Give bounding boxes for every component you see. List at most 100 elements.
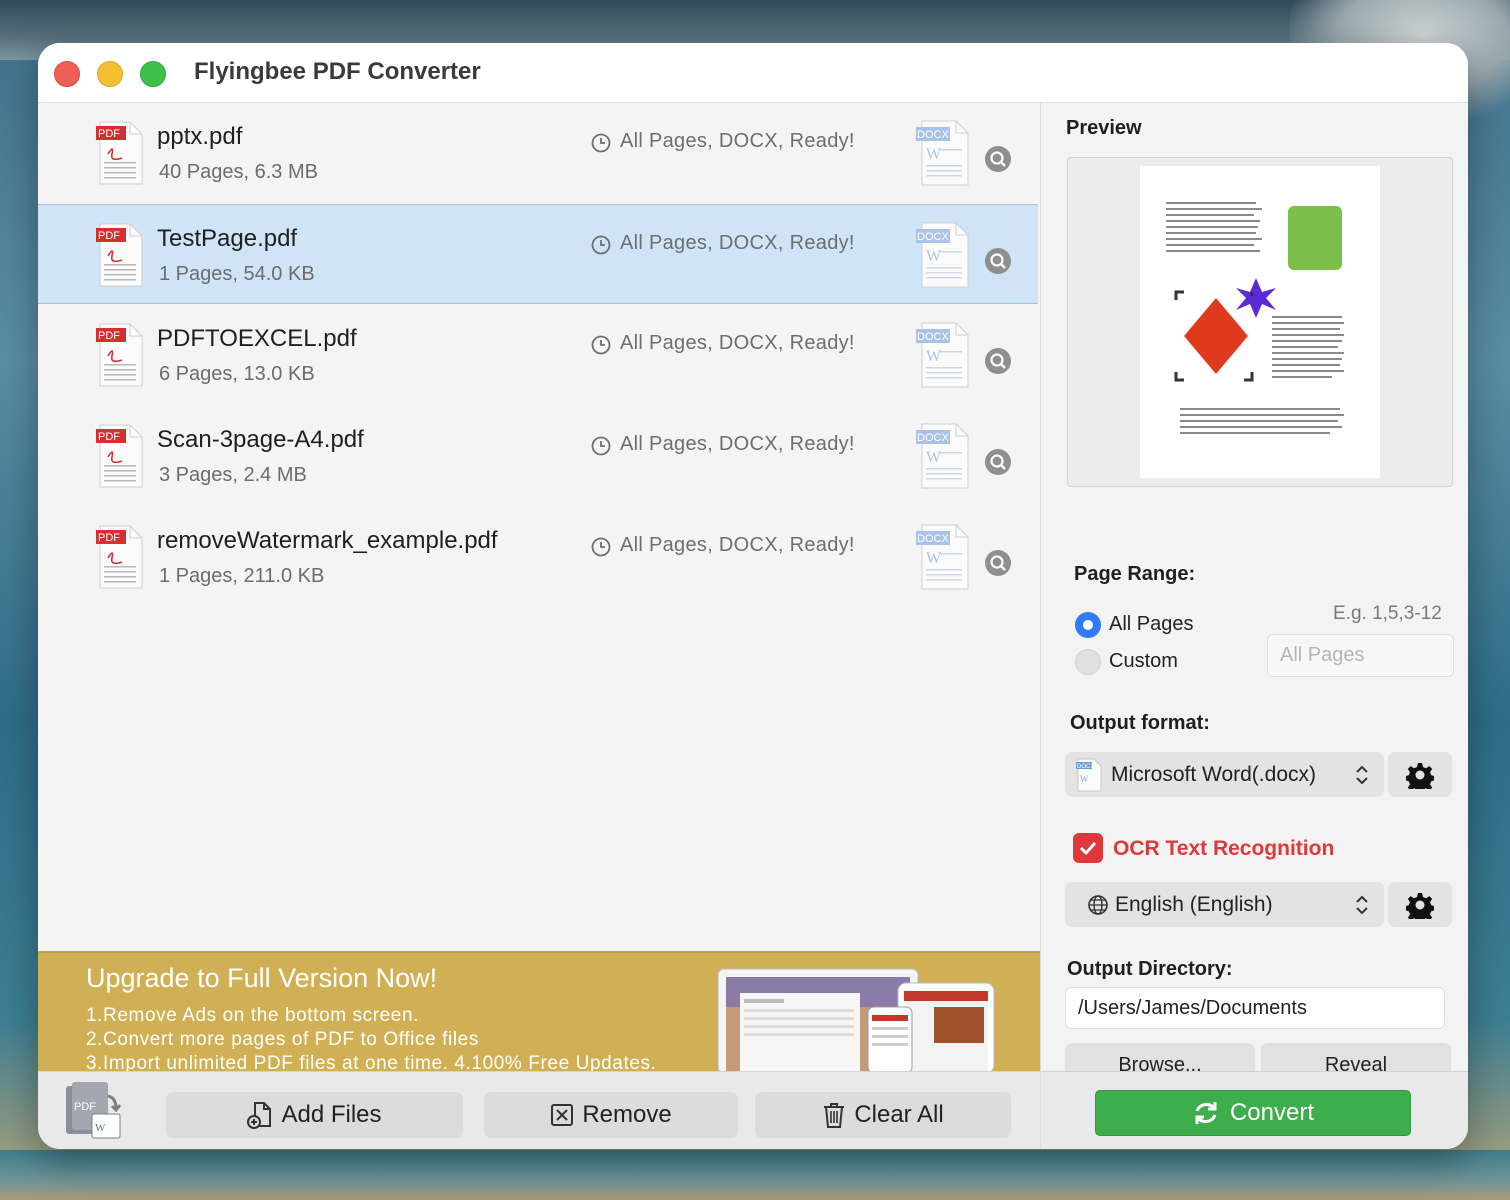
file-status: All Pages, DOCX, Ready! [620, 433, 855, 455]
svg-text:W: W [926, 348, 942, 365]
file-status: All Pages, DOCX, Ready! [620, 534, 855, 556]
file-row[interactable]: PDF removeWatermark_example.pdf 1 Pages, 2… [38, 507, 1038, 607]
preview-label: Preview [1066, 117, 1142, 139]
clock-icon [591, 436, 611, 456]
window-title: Flyingbee PDF Converter [194, 58, 481, 85]
add-files-button[interactable]: Add Files [166, 1092, 463, 1138]
custom-label: Custom [1109, 650, 1178, 672]
zoom-window-button[interactable] [140, 61, 166, 87]
file-row[interactable]: PDF TestPage.pdf 1 Pages, 54.0 KB All Pages… [38, 204, 1038, 304]
clock-icon [591, 335, 611, 355]
docx-file-icon: DOCX W [914, 319, 972, 391]
custom-range-input[interactable]: All Pages [1267, 634, 1454, 677]
page-preview-thumbnail [1140, 166, 1380, 478]
docx-file-icon: DOCX W [914, 420, 972, 492]
trash-icon [824, 1103, 845, 1128]
file-name: pptx.pdf [157, 123, 243, 150]
svg-text:W: W [926, 550, 942, 567]
remove-label: Remove [582, 1101, 672, 1128]
globe-icon [1088, 894, 1108, 915]
output-format-value: Microsoft Word(.docx) [1111, 762, 1316, 786]
file-row[interactable]: PDF PDFTOEXCEL.pdf 6 Pages, 13.0 KB All Pag… [38, 305, 1038, 405]
page-range-label: Page Range: [1074, 563, 1196, 585]
minimize-window-button[interactable] [97, 61, 123, 87]
magnifier-icon[interactable] [984, 549, 1012, 577]
file-name: Scan-3page-A4.pdf [157, 426, 364, 453]
file-status: All Pages, DOCX, Ready! [620, 130, 855, 152]
docx-file-icon: DOCX W [914, 219, 972, 291]
ocr-label: OCR Text Recognition [1113, 837, 1335, 860]
output-format-settings-button[interactable] [1388, 752, 1452, 797]
gear-icon [1406, 892, 1434, 919]
gear-icon [1406, 762, 1434, 789]
upgrade-banner-line: 1.Remove Ads on the bottom screen. [86, 1005, 420, 1026]
pdf-file-icon: PDF [94, 118, 146, 188]
clear-all-button[interactable]: Clear All [755, 1092, 1011, 1138]
convert-label: Convert [1229, 1099, 1315, 1126]
desktop-background-bottom [0, 1150, 1510, 1200]
bottom-toolbar: PDF W Add Files Remove Clear All [38, 1071, 1040, 1149]
ocr-settings-button[interactable] [1388, 882, 1452, 927]
refresh-icon [1195, 1102, 1217, 1124]
upgrade-banner-line: 2.Convert more pages of PDF to Office fi… [86, 1029, 479, 1050]
file-meta: 1 Pages, 54.0 KB [159, 263, 315, 285]
magnifier-icon[interactable] [984, 145, 1012, 173]
svg-text:W: W [926, 449, 942, 466]
svg-text:PDF: PDF [98, 532, 120, 544]
checkmark-icon [1079, 841, 1097, 856]
file-name: TestPage.pdf [157, 225, 298, 252]
magnifier-icon[interactable] [984, 247, 1012, 275]
svg-text:W: W [95, 1122, 106, 1134]
close-window-button[interactable] [54, 61, 80, 87]
app-window: Flyingbee PDF Converter PDF pptx.pdf 40 Pa… [38, 43, 1468, 1149]
convert-bar: Convert [1040, 1071, 1468, 1149]
svg-text:DOCX: DOCX [917, 331, 949, 343]
file-name: removeWatermark_example.pdf [157, 527, 498, 554]
clock-icon [591, 537, 611, 557]
ocr-checkbox[interactable] [1073, 833, 1103, 863]
add-files-label: Add Files [281, 1101, 382, 1128]
custom-radio[interactable] [1075, 649, 1101, 675]
page-range-hint: E.g. 1,5,3-12 [1333, 603, 1442, 624]
upgrade-banner[interactable]: Upgrade to Full Version Now! 1.Remove Ad… [38, 951, 1040, 1074]
title-bar: Flyingbee PDF Converter [38, 43, 1468, 103]
app-logo-icon: PDF W [66, 1082, 122, 1139]
file-status: All Pages, DOCX, Ready! [620, 232, 855, 254]
clock-icon [591, 133, 611, 153]
svg-text:DOCX: DOCX [917, 231, 949, 243]
magnifier-icon[interactable] [984, 448, 1012, 476]
file-meta: 40 Pages, 6.3 MB [159, 161, 318, 183]
svg-text:W: W [1080, 774, 1089, 784]
convert-button[interactable]: Convert [1095, 1090, 1411, 1136]
file-list: PDF pptx.pdf 40 Pages, 6.3 MB All Pages, DO… [38, 103, 1040, 951]
pdf-file-icon: PDF [94, 522, 146, 592]
svg-text:PDF: PDF [74, 1101, 96, 1113]
clear-all-label: Clear All [854, 1101, 944, 1128]
docx-file-icon: DOCX W [914, 521, 972, 593]
file-row[interactable]: PDF Scan-3page-A4.pdf 3 Pages, 2.4 MB All P… [38, 406, 1038, 506]
svg-text:PDF: PDF [98, 330, 120, 342]
svg-text:PDF: PDF [98, 230, 120, 242]
file-name: PDFTOEXCEL.pdf [157, 325, 357, 352]
output-format-select[interactable]: DOCX W Microsoft Word(.docx) [1065, 752, 1384, 797]
remove-box-icon [551, 1104, 574, 1126]
output-directory-field[interactable]: /Users/James/Documents [1065, 987, 1445, 1029]
file-row[interactable]: PDF pptx.pdf 40 Pages, 6.3 MB All Pages, DO… [38, 103, 1038, 203]
svg-text:W: W [926, 146, 942, 163]
pdf-file-icon: PDF [94, 220, 146, 290]
file-status: All Pages, DOCX, Ready! [620, 332, 855, 354]
settings-panel: Preview Page Range: All Pages Custom E.g… [1040, 103, 1468, 1088]
magnifier-icon[interactable] [984, 347, 1012, 375]
file-meta: 6 Pages, 13.0 KB [159, 363, 315, 385]
stepper-chevrons-icon [1356, 895, 1368, 915]
file-meta: 3 Pages, 2.4 MB [159, 464, 307, 486]
all-pages-label: All Pages [1109, 613, 1194, 635]
devices-illustration [718, 968, 995, 1073]
add-file-icon [247, 1102, 272, 1129]
ocr-language-select[interactable]: English (English) [1065, 882, 1384, 927]
file-meta: 1 Pages, 211.0 KB [159, 565, 325, 587]
upgrade-banner-title: Upgrade to Full Version Now! [86, 963, 438, 993]
all-pages-radio[interactable] [1075, 612, 1101, 638]
remove-button[interactable]: Remove [484, 1092, 738, 1138]
svg-text:DOCX: DOCX [917, 129, 949, 141]
